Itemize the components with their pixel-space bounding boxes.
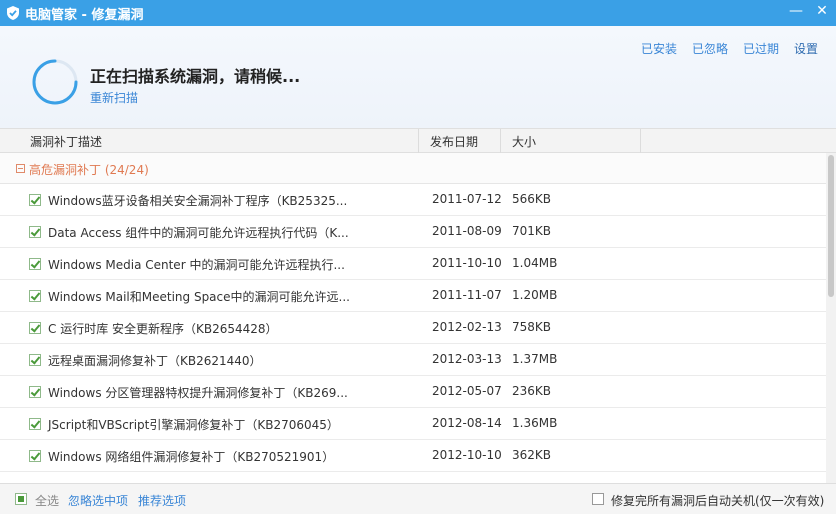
patch-checkbox[interactable] bbox=[29, 226, 41, 238]
patch-checkbox[interactable] bbox=[29, 290, 41, 302]
scan-status-text: 正在扫描系统漏洞，请稍候... bbox=[90, 67, 301, 86]
patch-row[interactable]: Windows 网络组件漏洞修复补丁（KB270521901） 2012-10-… bbox=[0, 440, 826, 472]
installed-link[interactable]: 已安装 bbox=[641, 40, 677, 57]
auto-shutdown-checkbox[interactable] bbox=[592, 493, 604, 505]
patch-list: 高危漏洞补丁 (24/24) Windows蓝牙设备相关安全漏洞补丁程序（KB2… bbox=[0, 153, 826, 483]
patch-checkbox[interactable] bbox=[29, 322, 41, 334]
patch-checkbox[interactable] bbox=[29, 258, 41, 270]
column-desc[interactable]: 漏洞补丁描述 bbox=[30, 133, 102, 150]
shield-logo-icon bbox=[7, 6, 19, 20]
patch-checkbox[interactable] bbox=[29, 386, 41, 398]
patch-desc: 远程桌面漏洞修复补丁（KB2621440） bbox=[48, 354, 262, 368]
patch-desc: Data Access 组件中的漏洞可能允许远程执行代码（K... bbox=[48, 226, 349, 240]
patch-date: 2011-07-12 bbox=[432, 192, 502, 206]
patch-date: 2012-02-13 bbox=[432, 320, 502, 334]
patch-desc: C 运行时库 安全更新程序（KB2654428） bbox=[48, 322, 278, 336]
patch-date: 2012-10-10 bbox=[432, 448, 502, 462]
patch-size: 1.36MB bbox=[512, 416, 558, 430]
scrollbar-thumb[interactable] bbox=[828, 155, 834, 297]
patch-size: 362KB bbox=[512, 448, 552, 462]
patch-size: 236KB bbox=[512, 384, 552, 398]
title-bar[interactable]: 电脑管家 - 修复漏洞 — ✕ bbox=[0, 0, 836, 26]
group-high-risk[interactable]: 高危漏洞补丁 (24/24) bbox=[0, 153, 826, 184]
patch-date: 2011-10-10 bbox=[432, 256, 502, 270]
patch-date: 2011-11-07 bbox=[432, 288, 502, 302]
patch-checkbox[interactable] bbox=[29, 450, 41, 462]
patch-desc: Windows 网络组件漏洞修复补丁（KB270521901） bbox=[48, 450, 335, 464]
group-title: 高危漏洞补丁 (24/24) bbox=[29, 163, 149, 177]
window-title: 电脑管家 - 修复漏洞 bbox=[25, 7, 144, 23]
recommended-options-link[interactable]: 推荐选项 bbox=[138, 492, 186, 509]
column-header: 漏洞补丁描述 发布日期 大小 bbox=[0, 128, 836, 153]
rescan-link[interactable]: 重新扫描 bbox=[90, 89, 138, 106]
patch-size: 1.37MB bbox=[512, 352, 558, 366]
patch-desc: Windows Media Center 中的漏洞可能允许远程执行... bbox=[48, 258, 345, 272]
patch-desc: Windows 分区管理器特权提升漏洞修复补丁（KB269... bbox=[48, 386, 348, 400]
select-all-checkbox[interactable] bbox=[15, 493, 27, 505]
patch-size: 701KB bbox=[512, 224, 552, 238]
patch-desc: JScript和VBScript引擎漏洞修复补丁（KB2706045） bbox=[48, 418, 339, 432]
patch-size: 566KB bbox=[512, 192, 552, 206]
patch-date: 2012-08-14 bbox=[432, 416, 502, 430]
collapse-icon[interactable] bbox=[16, 164, 25, 173]
patch-size: 1.04MB bbox=[512, 256, 558, 270]
patch-row[interactable]: Windows Media Center 中的漏洞可能允许远程执行... 201… bbox=[0, 248, 826, 280]
patch-row[interactable]: Windows Mail和Meeting Space中的漏洞可能允许远... 2… bbox=[0, 280, 826, 312]
list-scrollbar[interactable] bbox=[826, 153, 836, 483]
patch-size: 1.20MB bbox=[512, 288, 558, 302]
patch-desc: Windows Mail和Meeting Space中的漏洞可能允许远... bbox=[48, 290, 350, 304]
column-divider bbox=[640, 129, 641, 153]
scan-header: 正在扫描系统漏洞，请稍候... 重新扫描 已安装 已忽略 已过期 设置 bbox=[0, 26, 836, 128]
patch-checkbox[interactable] bbox=[29, 194, 41, 206]
patch-row[interactable]: JScript和VBScript引擎漏洞修复补丁（KB2706045） 2012… bbox=[0, 408, 826, 440]
expired-link[interactable]: 已过期 bbox=[743, 40, 779, 57]
patch-row[interactable]: Windows蓝牙设备相关安全漏洞补丁程序（KB25325... 2011-07… bbox=[0, 184, 826, 216]
patch-row[interactable]: 远程桌面漏洞修复补丁（KB2621440） 2012-03-13 1.37MB bbox=[0, 344, 826, 376]
footer-bar: 全选 忽略选中项 推荐选项 修复完所有漏洞后自动关机(仅一次有效) bbox=[0, 483, 836, 514]
patch-date: 2012-03-13 bbox=[432, 352, 502, 366]
patch-checkbox[interactable] bbox=[29, 354, 41, 366]
patch-row[interactable]: Windows 分区管理器特权提升漏洞修复补丁（KB269... 2012-05… bbox=[0, 376, 826, 408]
column-date[interactable]: 发布日期 bbox=[430, 133, 478, 150]
patch-size: 758KB bbox=[512, 320, 552, 334]
patch-checkbox[interactable] bbox=[29, 418, 41, 430]
patch-row[interactable]: C 运行时库 安全更新程序（KB2654428） 2012-02-13 758K… bbox=[0, 312, 826, 344]
settings-link[interactable]: 设置 bbox=[794, 40, 818, 57]
ignore-selected-link[interactable]: 忽略选中项 bbox=[68, 492, 128, 509]
patch-date: 2011-08-09 bbox=[432, 224, 502, 238]
close-button[interactable]: ✕ bbox=[814, 3, 830, 19]
ignored-link[interactable]: 已忽略 bbox=[692, 40, 728, 57]
patch-desc: Windows蓝牙设备相关安全漏洞补丁程序（KB25325... bbox=[48, 194, 348, 208]
minimize-button[interactable]: — bbox=[788, 3, 804, 19]
scan-progress-spinner-icon bbox=[32, 59, 78, 105]
auto-shutdown-label[interactable]: 修复完所有漏洞后自动关机(仅一次有效) bbox=[611, 492, 824, 509]
column-divider bbox=[418, 129, 419, 153]
column-size[interactable]: 大小 bbox=[512, 133, 536, 150]
patch-date: 2012-05-07 bbox=[432, 384, 502, 398]
column-divider bbox=[500, 129, 501, 153]
patch-row[interactable]: Data Access 组件中的漏洞可能允许远程执行代码（K... 2011-0… bbox=[0, 216, 826, 248]
select-all-label[interactable]: 全选 bbox=[35, 492, 59, 509]
